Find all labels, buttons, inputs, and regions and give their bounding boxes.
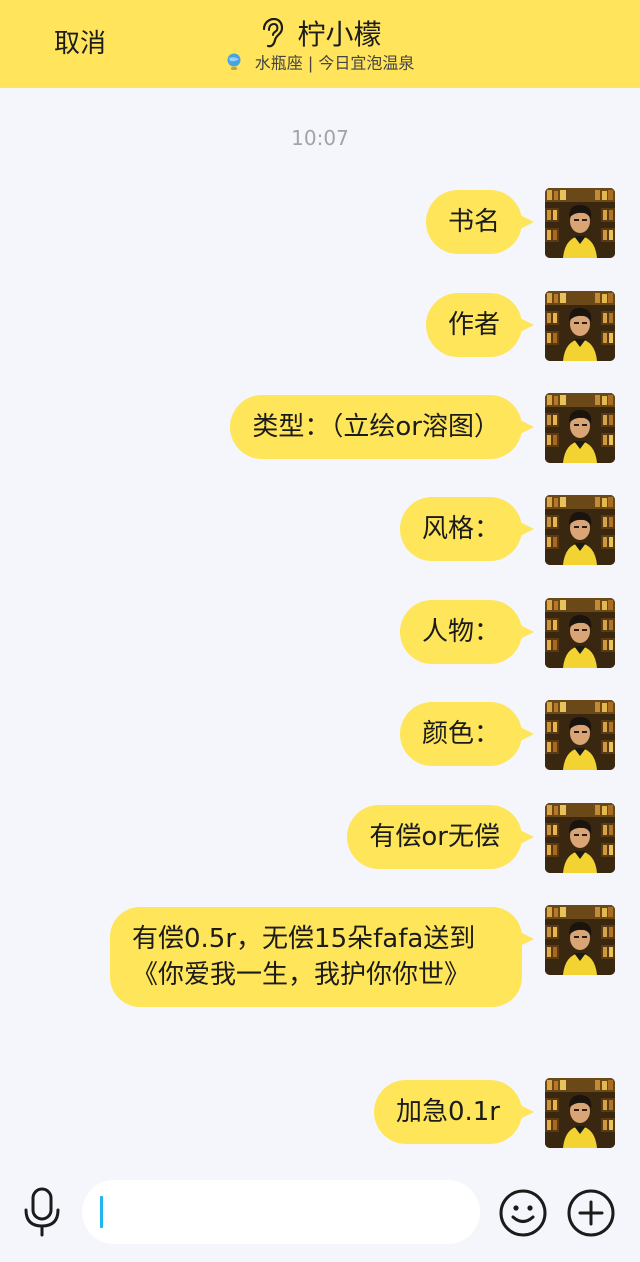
message-bubble[interactable]: 加急0.1r (373, 1080, 535, 1144)
avatar[interactable] (545, 495, 615, 565)
microphone-icon[interactable] (22, 1186, 62, 1238)
avatar[interactable] (545, 905, 615, 975)
message-bubble[interactable]: 风格： (399, 497, 535, 561)
avatar[interactable] (545, 803, 615, 873)
contact-title: 柠小檬 (0, 14, 640, 54)
message-bubble[interactable]: 颜色： (399, 702, 535, 766)
contact-name: 柠小檬 (297, 17, 382, 51)
message-bubble[interactable]: 有偿0.5r，无偿15朵fafa送到《你爱我一生，我护你你世》 (110, 907, 534, 1007)
avatar[interactable] (545, 188, 615, 258)
avatar[interactable] (545, 700, 615, 770)
message-list[interactable]: 10:07 书名 作者 类型：（立绘or溶图） 风格： 人物： 颜色： 有偿or… (0, 88, 640, 1168)
message-bubble[interactable]: 人物： (399, 600, 535, 664)
avatar[interactable] (545, 1078, 615, 1148)
plus-circle-icon[interactable] (566, 1188, 616, 1238)
chat-header: 取消 柠小檬 水瓶座 | 今日宜泡温泉 (0, 0, 640, 88)
avatar[interactable] (545, 393, 615, 463)
avatar[interactable] (545, 291, 615, 361)
message-input[interactable] (82, 1180, 480, 1244)
message-bubble[interactable]: 有偿or无偿 (347, 805, 534, 869)
smiley-icon[interactable] (498, 1188, 548, 1238)
aquarius-globe-icon (226, 53, 242, 71)
message-bubble[interactable]: 类型：（立绘or溶图） (230, 395, 534, 459)
message-bubble[interactable]: 书名 (425, 190, 535, 254)
avatar[interactable] (545, 598, 615, 668)
ear-icon[interactable] (258, 17, 284, 48)
contact-status: 水瓶座 | 今日宜泡温泉 (0, 52, 640, 75)
text-caret (100, 1196, 103, 1228)
input-bar (0, 1168, 640, 1262)
status-text: 水瓶座 | 今日宜泡温泉 (254, 53, 415, 73)
message-timestamp: 10:07 (291, 126, 349, 150)
message-bubble[interactable]: 作者 (425, 293, 535, 357)
